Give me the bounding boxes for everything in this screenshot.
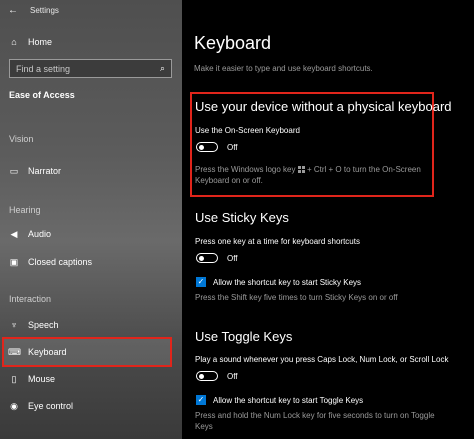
- window-titlebar: ← Settings: [8, 5, 59, 16]
- mouse-icon: ▯: [11, 373, 17, 384]
- category-title: Ease of Access: [9, 90, 75, 100]
- osk-toggle-label: Use the On-Screen Keyboard: [195, 126, 300, 135]
- osk-hint-part2: + Ctrl + O to turn the On-Screen: [306, 165, 421, 174]
- toggle-knob: [199, 144, 204, 150]
- keyboard-icon: ⌨: [8, 346, 21, 357]
- toggle-keys-shortcut-checkbox[interactable]: ✓: [196, 395, 206, 405]
- nav-eye-control[interactable]: ◉ Eye control: [0, 395, 182, 417]
- toggle-keys-toggle[interactable]: [196, 371, 218, 381]
- toggle-keys-toggle-label: Play a sound whenever you press Caps Loc…: [195, 355, 449, 364]
- windows-logo-icon: [297, 166, 305, 173]
- section-interaction: Interaction: [9, 294, 52, 304]
- nav-narrator-label: Narrator: [28, 166, 62, 176]
- nav-keyboard-label: Keyboard: [28, 347, 67, 357]
- nav-speech[interactable]: ♆ Speech: [0, 314, 182, 336]
- toggle-knob: [199, 373, 204, 379]
- page-title: Keyboard: [194, 33, 272, 53]
- toggle-keys-hint-line1: Press and hold the Num Lock key for five…: [195, 411, 435, 420]
- toggle-knob: [199, 255, 204, 261]
- nav-speech-label: Speech: [28, 320, 59, 330]
- section-vision: Vision: [9, 134, 34, 144]
- nav-audio[interactable]: ◀ Audio: [0, 223, 182, 245]
- main-content: Keyboard Make it easier to type and use …: [182, 0, 474, 439]
- back-arrow-icon[interactable]: ←: [8, 5, 18, 16]
- microphone-icon: ♆: [10, 320, 18, 330]
- home-icon: ⌂: [11, 37, 17, 47]
- nav-mouse[interactable]: ▯ Mouse: [0, 368, 182, 390]
- sticky-toggle-label: Press one key at a time for keyboard sho…: [195, 237, 360, 246]
- osk-hint: Press the Windows logo key + Ctrl + O to…: [195, 164, 431, 186]
- audio-icon: ◀: [10, 228, 18, 239]
- search-icon[interactable]: ⌕: [160, 63, 165, 74]
- toggle-keys-toggle-state: Off: [227, 372, 238, 381]
- sticky-hint: Press the Shift key five times to turn S…: [195, 293, 398, 302]
- nav-home-label: Home: [28, 37, 53, 47]
- toggle-keys-hint-line2: Keys: [195, 422, 213, 431]
- eye-icon: ◉: [10, 400, 18, 411]
- nav-keyboard[interactable]: ⌨ Keyboard: [0, 341, 182, 363]
- sidebar: ← Settings ⌂ Home Find a setting ⌕ Ease …: [0, 0, 182, 439]
- nav-closed-captions-label: Closed captions: [28, 257, 93, 267]
- nav-audio-label: Audio: [28, 229, 52, 239]
- sticky-heading: Use Sticky Keys: [195, 210, 289, 225]
- sticky-shortcut-label: Allow the shortcut key to start Sticky K…: [213, 278, 362, 287]
- nav-closed-captions[interactable]: ▣ Closed captions: [0, 251, 182, 273]
- nav-home[interactable]: ⌂ Home: [0, 31, 182, 53]
- osk-hint-part1: Press the Windows logo key: [195, 165, 296, 174]
- nav-eye-control-label: Eye control: [28, 401, 74, 411]
- sticky-shortcut-checkbox[interactable]: ✓: [196, 277, 206, 287]
- search-input[interactable]: Find a setting ⌕: [9, 59, 172, 78]
- closed-captions-icon: ▣: [9, 256, 19, 267]
- toggle-keys-heading: Use Toggle Keys: [195, 329, 293, 344]
- osk-heading: Use your device without a physical keybo…: [195, 99, 452, 114]
- toggle-keys-hint: Press and hold the Num Lock key for five…: [195, 410, 465, 432]
- osk-hint-part3: Keyboard on or off.: [195, 176, 263, 185]
- nav-narrator[interactable]: ▭ Narrator: [0, 160, 182, 182]
- window-title: Settings: [30, 6, 59, 15]
- search-placeholder: Find a setting: [16, 63, 71, 74]
- sticky-toggle-state: Off: [227, 254, 238, 263]
- page-subtitle: Make it easier to type and use keyboard …: [194, 64, 373, 73]
- checkmark-icon: ✓: [197, 277, 205, 286]
- nav-mouse-label: Mouse: [28, 374, 56, 384]
- osk-toggle[interactable]: [196, 142, 218, 152]
- section-hearing: Hearing: [9, 205, 41, 215]
- toggle-keys-shortcut-label: Allow the shortcut key to start Toggle K…: [213, 396, 364, 405]
- narrator-icon: ▭: [9, 165, 19, 176]
- checkmark-icon: ✓: [197, 395, 205, 404]
- osk-toggle-state: Off: [227, 143, 238, 152]
- sticky-toggle[interactable]: [196, 253, 218, 263]
